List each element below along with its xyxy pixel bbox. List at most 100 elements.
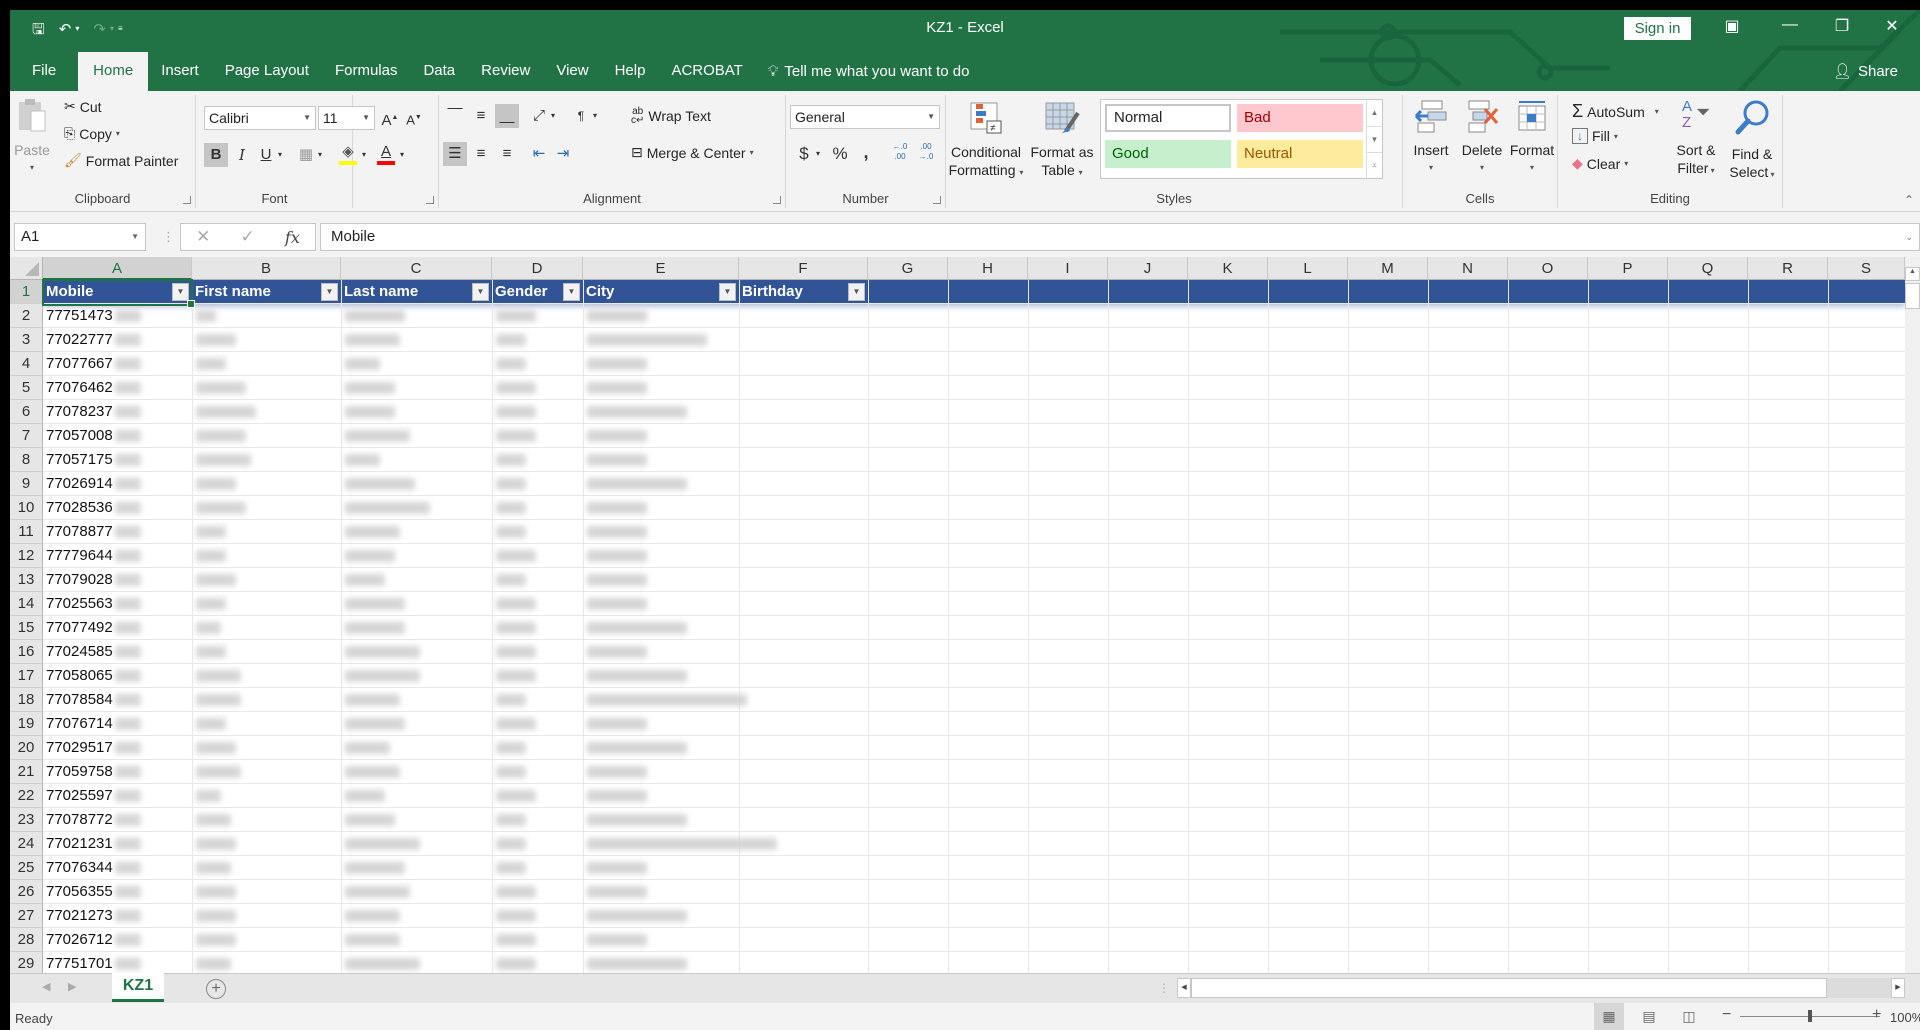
undo-icon[interactable]: ↶ — [59, 22, 72, 37]
row-header[interactable]: 25 — [10, 856, 43, 880]
undo-dropdown-icon[interactable]: ▾ — [75, 25, 79, 33]
cut-button[interactable]: ✂ Cut — [64, 98, 102, 115]
filter-dropdown-icon[interactable]: ▼ — [848, 283, 865, 301]
cell-mobile[interactable]: 77078877 — [43, 520, 113, 544]
font-family-select[interactable]: Calibri ▼ — [204, 106, 316, 130]
scroll-left-icon[interactable]: ◀ — [1177, 978, 1191, 998]
row-header[interactable]: 13 — [10, 568, 43, 592]
cell-mobile[interactable]: 77058065 — [43, 664, 113, 688]
delete-cells-button[interactable]: Delete ▾ — [1457, 99, 1507, 177]
cell-mobile[interactable]: 77024585 — [43, 640, 113, 664]
tab-file[interactable]: File — [10, 52, 78, 91]
row-header[interactable]: 16 — [10, 640, 43, 664]
underline-dropdown-icon[interactable]: ▾ — [274, 143, 286, 167]
row-header[interactable]: 3 — [10, 328, 43, 352]
table-header-cell[interactable]: Mobile — [43, 280, 192, 304]
clipboard-dialog-launcher[interactable] — [183, 196, 191, 204]
clear-button[interactable]: ◆ Clear ▾ — [1572, 155, 1628, 172]
cell-mobile[interactable]: 77021231 — [43, 832, 113, 856]
cell-mobile[interactable]: 77779644 — [43, 544, 113, 568]
column-header-j[interactable]: J — [1108, 257, 1188, 280]
font-dialog-launcher[interactable] — [426, 196, 434, 204]
row-header[interactable]: 5 — [10, 376, 43, 400]
cell-mobile[interactable]: 77026914 — [43, 472, 113, 496]
cancel-formula-icon[interactable]: ✕ — [196, 227, 210, 247]
increase-indent-icon[interactable]: ⇥ — [551, 142, 575, 166]
table-header-cell[interactable]: Last name — [341, 280, 492, 304]
format-as-table-button[interactable]: Format as Table ▾ — [1028, 101, 1096, 182]
number-dialog-launcher[interactable] — [933, 196, 941, 204]
select-all-button[interactable] — [10, 257, 43, 280]
filter-dropdown-icon[interactable]: ▼ — [719, 283, 736, 301]
row-header[interactable]: 28 — [10, 928, 43, 952]
cell-mobile[interactable]: 77028536 — [43, 496, 113, 520]
cell-mobile[interactable]: 77077492 — [43, 616, 113, 640]
cell-mobile[interactable]: 77079028 — [43, 568, 113, 592]
gallery-up-icon[interactable]: ▲ — [1367, 100, 1382, 126]
row-header[interactable]: 24 — [10, 832, 43, 856]
style-good[interactable]: Good — [1105, 140, 1231, 168]
top-align-icon[interactable]: ⎺ — [443, 104, 467, 128]
row-header[interactable]: 15 — [10, 616, 43, 640]
number-format-select[interactable]: General ▼ — [790, 105, 940, 129]
cell-mobile[interactable]: 77078584 — [43, 688, 113, 712]
cell-mobile[interactable]: 77022777 — [43, 328, 113, 352]
scroll-up-icon[interactable]: ▲ — [1905, 267, 1920, 281]
tab-help[interactable]: Help — [602, 52, 659, 91]
row-header[interactable]: 9 — [10, 472, 43, 496]
cell-mobile[interactable]: 77077667 — [43, 352, 113, 376]
row-header[interactable]: 4 — [10, 352, 43, 376]
insert-cells-button[interactable]: Insert ▾ — [1407, 99, 1455, 177]
row-header[interactable]: 20 — [10, 736, 43, 760]
vertical-scroll-thumb[interactable] — [1905, 283, 1920, 309]
cell-mobile[interactable]: 77026712 — [43, 928, 113, 952]
row-header[interactable]: 19 — [10, 712, 43, 736]
column-header-q[interactable]: Q — [1668, 257, 1748, 280]
tab-formulas[interactable]: Formulas — [322, 52, 411, 91]
alignment-dialog-launcher[interactable] — [773, 196, 781, 204]
new-sheet-button[interactable]: + — [206, 979, 226, 999]
align-left-icon[interactable]: ☰ — [443, 142, 467, 166]
column-header-e[interactable]: E — [583, 257, 739, 280]
scroll-right-icon[interactable]: ▶ — [1891, 978, 1905, 998]
cell-mobile[interactable]: 77751701 — [43, 952, 113, 973]
wrap-text-button[interactable]: ab c↵ Wrap Text — [631, 107, 711, 126]
share-button[interactable]: 👤︎ Share — [1833, 62, 1898, 81]
formula-bar-grip-icon[interactable]: ⋮ — [162, 229, 175, 245]
collapse-ribbon-icon[interactable]: ⌃ — [1904, 193, 1914, 207]
tell-me-search[interactable]: 💡︎ Tell me what you want to do — [756, 52, 983, 91]
text-direction-dropdown-icon[interactable]: ▾ — [589, 104, 601, 128]
autosum-button[interactable]: Σ AutoSum ▾ — [1572, 101, 1659, 122]
name-box[interactable]: A1 ▼ — [14, 223, 146, 251]
table-header-cell[interactable]: First name — [192, 280, 341, 304]
row-header[interactable]: 27 — [10, 904, 43, 928]
row-header[interactable]: 8 — [10, 448, 43, 472]
tab-acrobat[interactable]: ACROBAT — [658, 52, 755, 91]
column-header-b[interactable]: B — [192, 257, 341, 280]
row-header[interactable]: 6 — [10, 400, 43, 424]
cell-mobile[interactable]: 77057008 — [43, 424, 113, 448]
horizontal-scroll-thumb[interactable] — [1191, 978, 1827, 998]
column-header-g[interactable]: G — [868, 257, 948, 280]
redo-dropdown-icon[interactable]: ▾ — [110, 25, 114, 33]
cell-mobile[interactable]: 77076344 — [43, 856, 113, 880]
row-header[interactable]: 14 — [10, 592, 43, 616]
fill-button[interactable]: ↓ Fill ▾ — [1572, 128, 1618, 144]
decrease-decimal-icon[interactable]: .00 →.0 — [914, 142, 938, 166]
minimize-icon[interactable]: — — [1770, 16, 1810, 34]
sign-in-button[interactable]: Sign in — [1624, 17, 1691, 40]
column-header-c[interactable]: C — [341, 257, 492, 280]
column-header-p[interactable]: P — [1588, 257, 1668, 280]
prev-sheet-icon[interactable]: ◀ — [42, 980, 50, 993]
redo-icon[interactable]: ↷ — [93, 22, 106, 37]
cell-mobile[interactable]: 77751473 — [43, 304, 113, 328]
column-header-o[interactable]: O — [1508, 257, 1588, 280]
format-painter-button[interactable]: 🖌︎ Format Painter — [64, 152, 178, 169]
row-header[interactable]: 18 — [10, 688, 43, 712]
column-header-l[interactable]: L — [1268, 257, 1348, 280]
gallery-down-icon[interactable]: ▼ — [1367, 126, 1382, 152]
zoom-slider[interactable] — [1740, 1010, 1880, 1022]
bold-button[interactable]: B — [204, 143, 228, 167]
cell-mobile[interactable]: 77057175 — [43, 448, 113, 472]
cell-mobile[interactable]: 77078772 — [43, 808, 113, 832]
